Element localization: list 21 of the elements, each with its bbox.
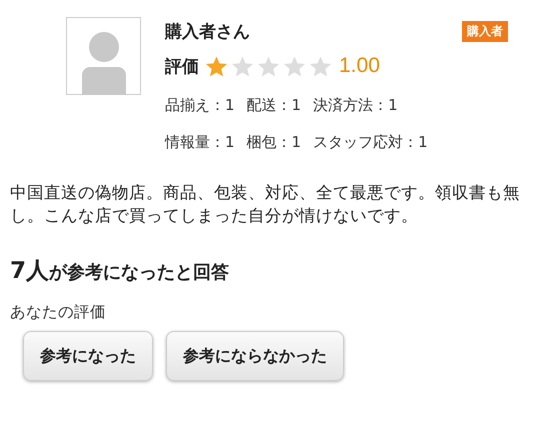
- helpful-count-heading: 7人が参考になったと回答: [10, 257, 230, 286]
- star-icon: [231, 54, 254, 78]
- buyer-badge: 購入者: [462, 20, 508, 42]
- star-icon: [283, 54, 306, 78]
- criteria-score: スタッフ応対：1: [313, 133, 428, 152]
- criteria-score: 梱包：1: [246, 133, 302, 152]
- reviewer-name: 購入者さん: [165, 20, 250, 42]
- criteria-score: 配送：1: [246, 96, 302, 115]
- criteria-score: 情報量：1: [165, 133, 235, 152]
- star-icon: [309, 54, 332, 78]
- your-rating-label: あなたの評価: [10, 302, 107, 323]
- star-icon: [257, 54, 280, 78]
- criteria-score: 決済方法：1: [313, 96, 398, 115]
- vote-button[interactable]: 参考にならなかった: [166, 331, 344, 381]
- avatar-icon: [66, 17, 141, 95]
- review-comment: 中国直送の偽物店。商品、包装、対応、全て最悪です。領収書も無し。こんな店で買ってしまった自分が情けないです。: [10, 182, 521, 227]
- star-icon: [205, 54, 228, 78]
- rating-label: 評価: [165, 56, 199, 78]
- vote-button[interactable]: 参考になった: [23, 331, 153, 381]
- criteria-score: 品揃え：1: [165, 96, 235, 115]
- rating-score: 1.00: [339, 54, 380, 78]
